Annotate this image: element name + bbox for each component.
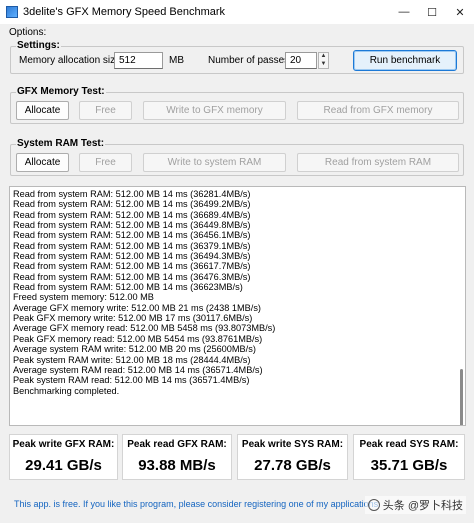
- registration-link[interactable]: This app. is free. If you like this prog…: [14, 499, 381, 509]
- title-bar: 3delite's GFX Memory Speed Benchmark — ☐…: [0, 0, 474, 24]
- settings-title: Settings:: [16, 40, 61, 51]
- spin-down-icon[interactable]: ▼: [319, 61, 328, 69]
- gfx-memory-test-group: GFX Memory Test: Allocate Free Write to …: [10, 86, 464, 124]
- log-line: Average system RAM read: 512.00 MB 14 ms…: [13, 364, 263, 375]
- stat-label: Peak write GFX RAM:: [12, 439, 115, 450]
- minimize-button[interactable]: —: [390, 0, 418, 24]
- log-line: Read from system RAM: 512.00 MB 14 ms (3…: [13, 230, 251, 241]
- log-line: Freed system memory: 512.00 MB: [13, 292, 154, 303]
- watermark-text: 头条 @罗卜科技: [382, 500, 463, 512]
- log-line: Peak system RAM read: 512.00 MB 14 ms (3…: [13, 375, 250, 386]
- stat-value: 35.71 GB/s: [370, 457, 448, 474]
- passes-label: Number of passes:: [208, 55, 292, 66]
- stat-value: 27.78 GB/s: [254, 457, 331, 474]
- log-line: Average GFX memory write: 512.00 MB 21 m…: [13, 302, 261, 313]
- log-line: Average GFX memory read: 512.00 MB 5458 …: [13, 323, 276, 334]
- benchmark-log[interactable]: Read from system RAM: 512.00 MB 14 ms (3…: [9, 186, 466, 426]
- log-line: Peak GFX memory read: 512.00 MB 5454 ms …: [13, 333, 263, 344]
- watermark: 头条 @罗卜科技: [364, 496, 466, 514]
- log-line: Read from system RAM: 512.00 MB 14 ms (3…: [13, 220, 251, 231]
- log-line: Read from system RAM: 512.00 MB 14 ms (3…: [13, 189, 251, 199]
- gfx-free-button[interactable]: Free: [79, 101, 132, 120]
- gfx-allocate-button[interactable]: Allocate: [16, 101, 69, 120]
- log-line: Average system RAM write: 512.00 MB 20 m…: [13, 344, 256, 355]
- memory-allocation-unit: MB: [169, 55, 184, 66]
- gfx-write-button[interactable]: Write to GFX memory: [143, 101, 286, 120]
- maximize-button[interactable]: ☐: [418, 0, 446, 24]
- stat-label: Peak read SYS RAM:: [359, 439, 459, 450]
- gfx-read-button[interactable]: Read from GFX memory: [297, 101, 459, 120]
- gfx-test-title: GFX Memory Test:: [16, 86, 106, 97]
- run-benchmark-button[interactable]: Run benchmark: [353, 50, 457, 71]
- ram-allocate-button[interactable]: Allocate: [16, 153, 69, 172]
- stat-value: 93.88 MB/s: [138, 457, 216, 474]
- log-line: Read from system RAM: 512.00 MB 14 ms (3…: [13, 261, 251, 272]
- passes-input[interactable]: 20: [285, 52, 317, 69]
- options-label: Options:: [9, 27, 47, 38]
- stat-peak-read-sys: Peak read SYS RAM: 35.71 GB/s: [353, 434, 465, 480]
- close-button[interactable]: ✕: [446, 0, 474, 24]
- log-line: Read from system RAM: 512.00 MB 14 ms (3…: [13, 271, 251, 282]
- log-line: Read from system RAM: 512.00 MB 14 ms (3…: [13, 209, 251, 220]
- memory-allocation-label: Memory allocation size:: [19, 55, 124, 66]
- log-line: Peak system RAM write: 512.00 MB 18 ms (…: [13, 354, 251, 365]
- stat-peak-write-sys: Peak write SYS RAM: 27.78 GB/s: [237, 434, 348, 480]
- ram-test-title: System RAM Test:: [16, 138, 106, 149]
- ram-read-button[interactable]: Read from system RAM: [297, 153, 459, 172]
- stat-label: Peak write SYS RAM:: [241, 439, 344, 450]
- log-line: Read from system RAM: 512.00 MB 14 ms (3…: [13, 240, 251, 251]
- window-title: 3delite's GFX Memory Speed Benchmark: [23, 6, 226, 18]
- log-line: Read from system RAM: 512.00 MB 14 ms (3…: [13, 251, 251, 262]
- stat-peak-write-gfx: Peak write GFX RAM: 29.41 GB/s: [9, 434, 118, 480]
- log-scrollbar-thumb[interactable]: [460, 369, 463, 425]
- log-scrollbar[interactable]: [459, 191, 463, 425]
- ram-write-button[interactable]: Write to system RAM: [143, 153, 286, 172]
- watermark-icon: [367, 499, 380, 511]
- stat-peak-read-gfx: Peak read GFX RAM: 93.88 MB/s: [122, 434, 232, 480]
- log-line: Read from system RAM: 512.00 MB 14 ms (3…: [13, 199, 251, 210]
- stat-value: 29.41 GB/s: [25, 457, 102, 474]
- log-line: Peak GFX memory write: 512.00 MB 17 ms (…: [13, 313, 253, 324]
- stat-label: Peak read GFX RAM:: [127, 439, 227, 450]
- memory-allocation-input[interactable]: 512: [114, 52, 163, 69]
- log-line: Benchmarking completed.: [13, 385, 120, 396]
- app-icon: [6, 6, 18, 18]
- spin-up-icon[interactable]: ▲: [319, 53, 328, 61]
- system-ram-test-group: System RAM Test: Allocate Free Write to …: [10, 138, 464, 176]
- passes-stepper[interactable]: ▲ ▼: [318, 52, 329, 69]
- log-line: Read from system RAM: 512.00 MB 14 ms (3…: [13, 282, 243, 293]
- ram-free-button[interactable]: Free: [79, 153, 132, 172]
